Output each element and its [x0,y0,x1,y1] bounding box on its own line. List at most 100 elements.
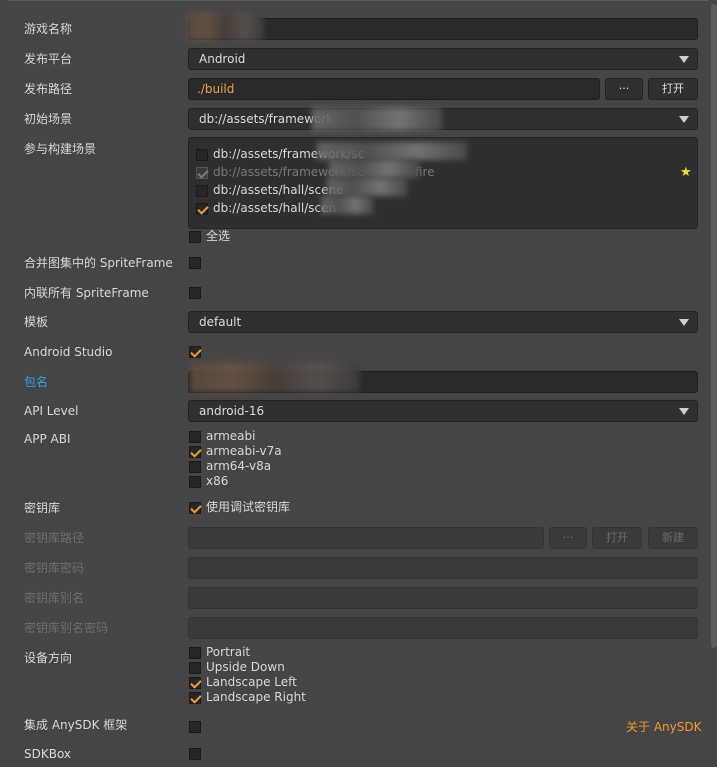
scene-checkbox-1[interactable] [196,149,208,161]
keystore-alias-password-label: 密钥库别名密码 [24,621,109,635]
star-icon: ★ [680,165,692,180]
select-all-label: 全选 [206,229,231,243]
start-scene-select[interactable]: db://assets/framework [188,108,698,130]
orientation-landscape-right-label: Landscape Right [206,690,306,704]
scene-checkbox-2 [196,167,208,179]
scene-item-4: db://assets/hall/scen [213,201,337,215]
row-keystore-path: 密钥库路径 ··· 打开 新建 [0,526,710,550]
row-start-scene: 初始场景 db://assets/framework [0,107,710,131]
build-path-input[interactable]: ./build [188,78,600,100]
row-platform: 发布平台 Android [0,47,710,71]
keystore-path-open-button: 打开 [592,527,642,549]
row-sdkbox: SDKBox [0,742,710,766]
scene-list: db://assets/framework/sc db://assets/fra… [188,137,698,229]
abi-x86-checkbox[interactable] [189,476,201,488]
debug-keystore-checkbox[interactable] [189,502,201,514]
orientation-upside-down-label: Upside Down [206,660,285,674]
api-level-select-value: android-16 [199,404,265,418]
orientation-landscape-right-checkbox[interactable] [189,692,201,704]
platform-select-value: Android [199,52,246,66]
keystore-path-input [188,527,544,549]
row-inline-spriteframe: 内联所有 SpriteFrame [0,281,710,305]
row-keystore: 密钥库 使用调试密钥库 [0,496,710,520]
api-level-label: API Level [24,404,79,418]
build-settings-panel: 游戏名称 发布平台 Android 发布路径 ./build ··· 打开 初始… [0,0,717,767]
redacted-game-name [186,13,264,41]
keystore-alias-input [188,587,698,609]
android-studio-checkbox[interactable] [189,346,201,358]
top-divider [8,0,708,5]
android-studio-label: Android Studio [24,345,113,359]
keystore-path-browse-button: ··· [549,527,587,549]
row-merge-spriteframe: 合并图集中的 SpriteFrame [0,251,710,275]
orientation-landscape-left-label: Landscape Left [206,675,297,689]
package-name-label: 包名 [24,375,49,389]
row-android-studio: Android Studio [0,340,710,364]
template-label: 模板 [24,315,49,329]
template-select-value: default [199,315,242,329]
scene-checkbox-3[interactable] [196,185,208,197]
build-path-browse-button[interactable]: ··· [605,78,643,100]
keystore-path-label: 密钥库路径 [24,531,85,545]
sdkbox-checkbox[interactable] [189,748,201,760]
row-app-abi: APP ABI [0,427,710,451]
abi-armeabi-checkbox[interactable] [189,431,201,443]
chevron-down-icon [679,319,689,326]
abi-arm64-v8a-label: arm64-v8a [206,459,272,473]
app-abi-label: APP ABI [24,432,71,446]
platform-select[interactable]: Android [188,48,698,70]
row-package-name: 包名 [0,362,710,394]
row-orientation: 设备方向 [0,646,710,670]
debug-keystore-label: 使用调试密钥库 [206,500,291,514]
row-keystore-password: 密钥库密码 [0,556,710,580]
redacted-scene-2 [329,160,419,178]
orientation-landscape-left-checkbox[interactable] [189,677,201,689]
merge-spriteframe-label: 合并图集中的 SpriteFrame [24,256,173,270]
abi-armeabi-label: armeabi [206,429,256,443]
select-all-checkbox[interactable] [189,231,201,243]
row-api-level: API Level android-16 [0,399,710,423]
chevron-down-icon [679,116,689,123]
template-select[interactable]: default [188,311,698,333]
redacted-scene-4 [321,196,373,214]
abi-x86-label: x86 [206,474,229,488]
vertical-scrollbar[interactable] [711,4,717,648]
scene-checkbox-4[interactable] [196,203,208,215]
keystore-alias-label: 密钥库别名 [24,591,85,605]
keystore-new-button: 新建 [648,527,698,549]
sdkbox-label: SDKBox [24,747,72,761]
orientation-label: 设备方向 [24,651,73,665]
row-anysdk: 集成 AnySDK 框架 关于 AnySDK [0,713,710,737]
api-level-select[interactable]: android-16 [188,400,698,422]
start-scene-label: 初始场景 [24,112,73,126]
row-keystore-alias-password: 密钥库别名密码 [0,616,710,640]
platform-label: 发布平台 [24,52,73,66]
abi-armeabi-v7a-checkbox[interactable] [189,446,201,458]
orientation-portrait-label: Portrait [206,645,251,659]
merge-spriteframe-checkbox[interactable] [189,257,201,269]
inline-spriteframe-label: 内联所有 SpriteFrame [24,286,149,300]
redacted-package-name [190,362,360,392]
orientation-portrait-checkbox[interactable] [189,647,201,659]
build-path-open-button[interactable]: 打开 [648,78,698,100]
redacted-scene-3 [327,178,407,196]
keystore-alias-password-input [188,617,698,639]
row-build-path: 发布路径 ./build ··· 打开 [0,77,710,101]
orientation-upside-down-checkbox[interactable] [189,662,201,674]
anysdk-label: 集成 AnySDK 框架 [24,718,128,732]
scenes-label: 参与构建场景 [24,142,97,156]
redacted-start-scene [312,107,442,131]
row-keystore-alias: 密钥库别名 [0,586,710,610]
row-game-name: 游戏名称 [0,13,710,41]
keystore-password-label: 密钥库密码 [24,561,85,575]
about-anysdk-link[interactable]: 关于 AnySDK [626,718,701,735]
game-name-input[interactable] [188,18,698,40]
abi-arm64-v8a-checkbox[interactable] [189,461,201,473]
chevron-down-icon [679,56,689,63]
game-name-label: 游戏名称 [24,22,73,36]
inline-spriteframe-checkbox[interactable] [189,287,201,299]
build-path-label: 发布路径 [24,82,73,96]
keystore-password-input [188,557,698,579]
row-template: 模板 default [0,310,710,334]
anysdk-checkbox[interactable] [189,721,201,733]
